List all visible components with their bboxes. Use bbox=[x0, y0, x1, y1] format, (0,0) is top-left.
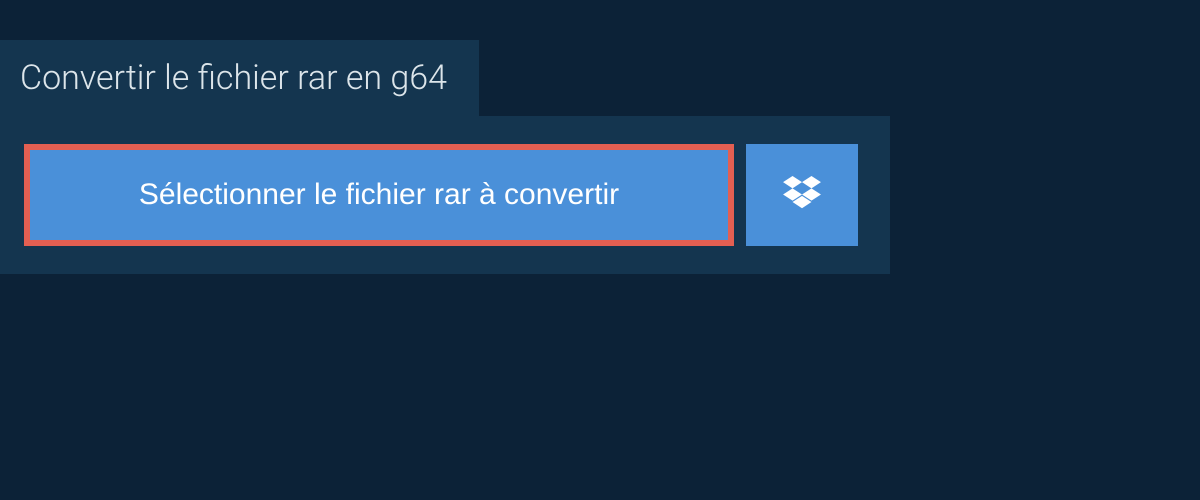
button-panel: Sélectionner le fichier rar à convertir bbox=[0, 116, 890, 274]
title-tab: Convertir le fichier rar en g64 bbox=[0, 40, 479, 116]
dropbox-icon bbox=[783, 176, 821, 215]
main-container: Convertir le fichier rar en g64 Sélectio… bbox=[0, 0, 1200, 274]
button-row: Sélectionner le fichier rar à convertir bbox=[24, 144, 866, 246]
page-title: Convertir le fichier rar en g64 bbox=[20, 58, 447, 98]
select-file-button[interactable]: Sélectionner le fichier rar à convertir bbox=[24, 144, 734, 246]
dropbox-button[interactable] bbox=[746, 144, 858, 246]
select-file-label: Sélectionner le fichier rar à convertir bbox=[139, 178, 619, 212]
